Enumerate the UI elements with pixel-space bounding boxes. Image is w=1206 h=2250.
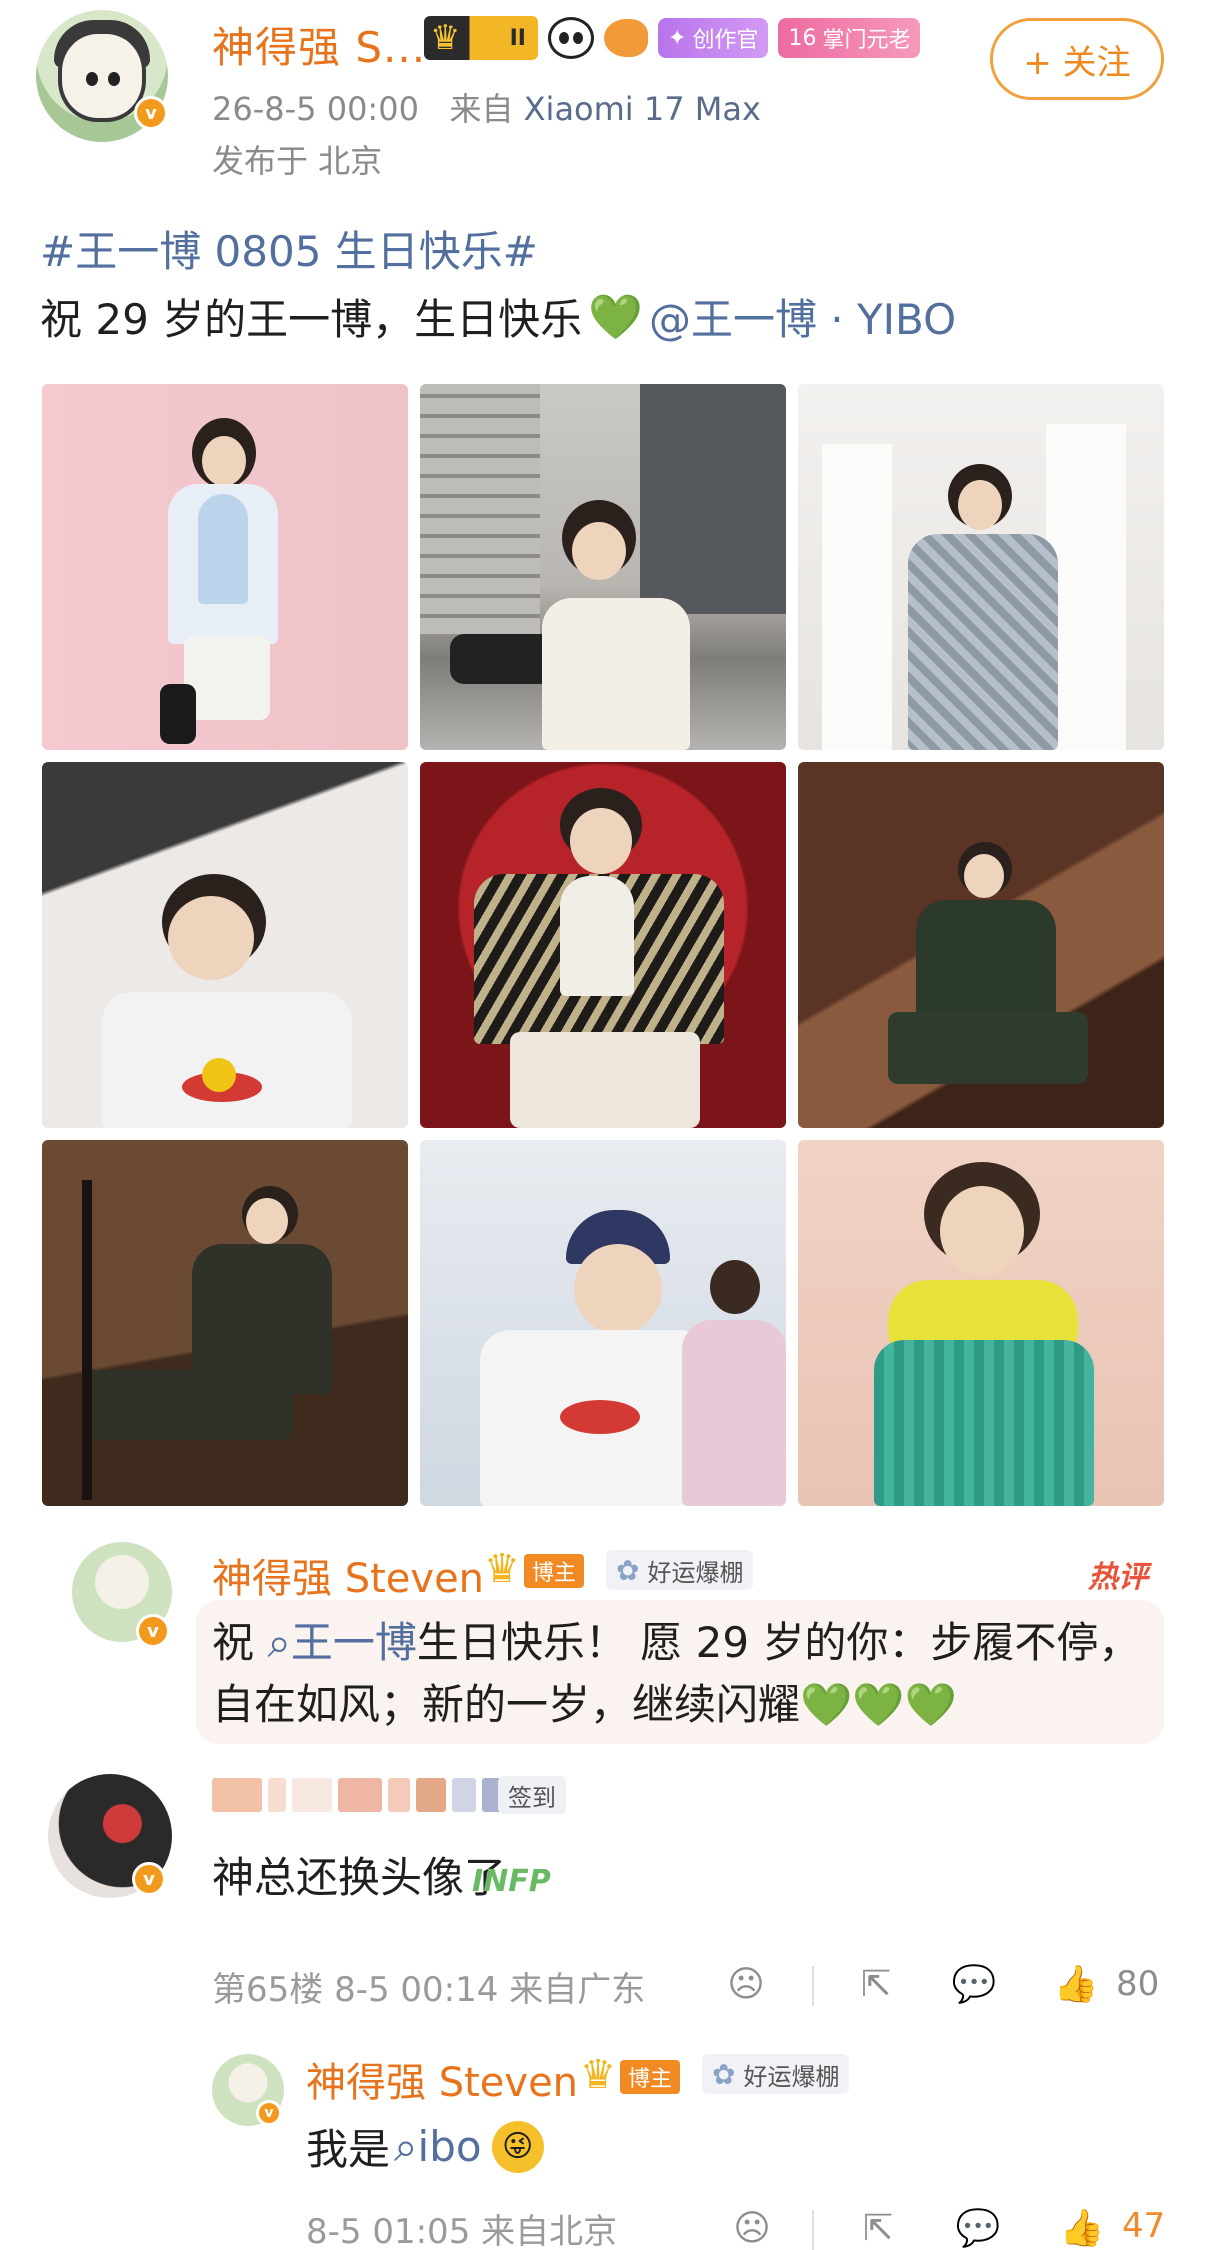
photo-grid [42, 384, 1164, 1506]
verified-badge-icon: v [132, 1862, 166, 1896]
verified-badge-icon: v [256, 2100, 282, 2126]
comment-author-name[interactable]: 神得强 Steven [212, 1546, 484, 1604]
elder-badge[interactable]: 16 掌门元老 [778, 18, 921, 58]
blogger-label: 博主 [524, 1554, 585, 1588]
post-device[interactable]: Xiaomi 17 Max [524, 90, 761, 128]
fish-icon[interactable] [604, 19, 648, 57]
post-text-body: 祝 29 岁的王一博，生日快乐 [40, 295, 583, 344]
share-icon[interactable]: ⇱ [856, 2206, 900, 2250]
like-icon[interactable]: 👍 [1054, 1962, 1099, 2006]
search-icon: ⌕ [394, 2121, 418, 2171]
lucky-badge[interactable]: ✿ 好运爆棚 [702, 2054, 850, 2094]
hot-comment-text: 祝 ⌕王一博生日快乐！ 愿 29 岁的你：步履不停，自在如风；新的一岁，继续闪耀… [212, 1612, 1152, 1736]
device-prefix: 来自 [449, 90, 514, 128]
reply-floor: 第65楼 [212, 1970, 324, 2010]
like-icon-active[interactable]: 👍 [1060, 2206, 1105, 2250]
level-label: II [509, 25, 526, 51]
elder-level: 16 [788, 25, 817, 51]
subreply-text: 我是 ⌕ibo 😜 [306, 2116, 544, 2177]
search-icon: ⌕ [267, 1618, 291, 1667]
avatar-eye [108, 72, 120, 86]
dislike-face-icon[interactable]: ☹ [724, 1962, 768, 2006]
post-time: 26-8-5 00:00 [212, 90, 419, 128]
search-link[interactable]: ⌕ibo [394, 2122, 482, 2172]
infp-sticker: INFP [472, 1864, 551, 1899]
divider [812, 2210, 814, 2250]
photo-5[interactable] [420, 762, 786, 1128]
search-link-label: ibo [417, 2121, 482, 2171]
wink-emoji-icon: 😜 [491, 2120, 544, 2173]
photo-3[interactable] [798, 384, 1164, 750]
comment-icon[interactable]: 💬 [952, 1962, 997, 2006]
post-text: 祝 29 岁的王一博，生日快乐 💚 @王一博 · YIBO [40, 286, 956, 347]
verified-badge-icon: v [136, 1614, 170, 1648]
blogger-badge: 博主 [580, 2052, 681, 2098]
avatar-face [58, 30, 146, 122]
lucky-label: 好运爆棚 [743, 2062, 840, 2091]
author-badges: II ✦ 创作官 16 掌门元老 [424, 16, 921, 60]
hot-comment-tag: 热评 [1088, 1560, 1148, 1595]
follow-button[interactable]: + 关注 [990, 18, 1164, 100]
photo-2[interactable] [420, 384, 786, 750]
crown-level-icon[interactable]: II [424, 16, 538, 60]
reply-text: 神总还换头像了 [212, 1853, 507, 1902]
like-count: 47 [1122, 2206, 1166, 2246]
comment-icon[interactable]: 💬 [956, 2206, 1001, 2250]
search-link-label: 王一博 [290, 1618, 417, 1667]
post-meta: 26-8-5 00:00 来自 Xiaomi 17 Max [212, 84, 761, 130]
subreply-meta: 8-5 01:05 来自北京 [306, 2204, 617, 2250]
hot-text-part1: 祝 [212, 1618, 255, 1667]
photo-6[interactable] [798, 762, 1164, 1128]
dislike-face-icon[interactable]: ☹ [730, 2206, 774, 2250]
share-icon[interactable]: ⇱ [854, 1962, 898, 2006]
follow-label: + 关注 [1023, 42, 1131, 83]
reply-location: 来自广东 [509, 1970, 646, 2010]
author-name[interactable]: 神得强 S... [212, 14, 426, 75]
divider [812, 1966, 814, 2006]
photo-8[interactable] [420, 1140, 786, 1506]
green-heart-icon: 💚 [588, 291, 643, 343]
photo-9[interactable] [798, 1140, 1164, 1506]
post-topic[interactable]: #王一博 0805 生日快乐# [40, 218, 538, 279]
green-hearts-icon: 💚💚💚 [800, 1680, 957, 1729]
elder-label: 掌门元老 [822, 28, 911, 53]
post-location: 发布于 北京 [212, 142, 383, 180]
avatar-eye [86, 72, 98, 86]
blogger-label: 博主 [620, 2060, 681, 2094]
photo-7[interactable] [42, 1140, 408, 1506]
subreply-author-name[interactable]: 神得强 Steven [306, 2050, 578, 2108]
lucky-label: 好运爆棚 [647, 1558, 744, 1587]
photo-4[interactable] [42, 762, 408, 1128]
subreply-time: 8-5 01:05 [306, 2212, 471, 2250]
reply-time: 8-5 00:14 [334, 1970, 499, 2010]
creator-label: 创作官 [692, 28, 759, 53]
verified-badge-icon: v [134, 96, 168, 130]
search-link[interactable]: ⌕王一博 [267, 1618, 417, 1667]
clover-icon: ✿ [712, 2057, 736, 2091]
signin-badge[interactable]: 签到 [498, 1776, 566, 1814]
crown-icon [580, 2052, 620, 2098]
subreply-location: 来自北京 [481, 2212, 618, 2250]
sparkle-icon: ✦ [668, 25, 687, 51]
panda-icon[interactable] [548, 17, 594, 59]
post-mention[interactable]: @王一博 · YIBO [649, 286, 956, 347]
photo-1[interactable] [42, 384, 408, 750]
blogger-badge: 博主 [484, 1546, 585, 1592]
clover-icon: ✿ [616, 1553, 640, 1587]
creator-badge[interactable]: ✦ 创作官 [658, 18, 769, 58]
subreply-text-part1: 我是 [306, 2125, 391, 2174]
like-count: 80 [1116, 1964, 1160, 2004]
crown-icon [484, 1546, 524, 1592]
lucky-badge[interactable]: ✿ 好运爆棚 [606, 1550, 754, 1590]
reply-author-name-blurred[interactable] [212, 1778, 502, 1812]
reply-meta: 第65楼 8-5 00:14 来自广东 [212, 1962, 645, 2011]
